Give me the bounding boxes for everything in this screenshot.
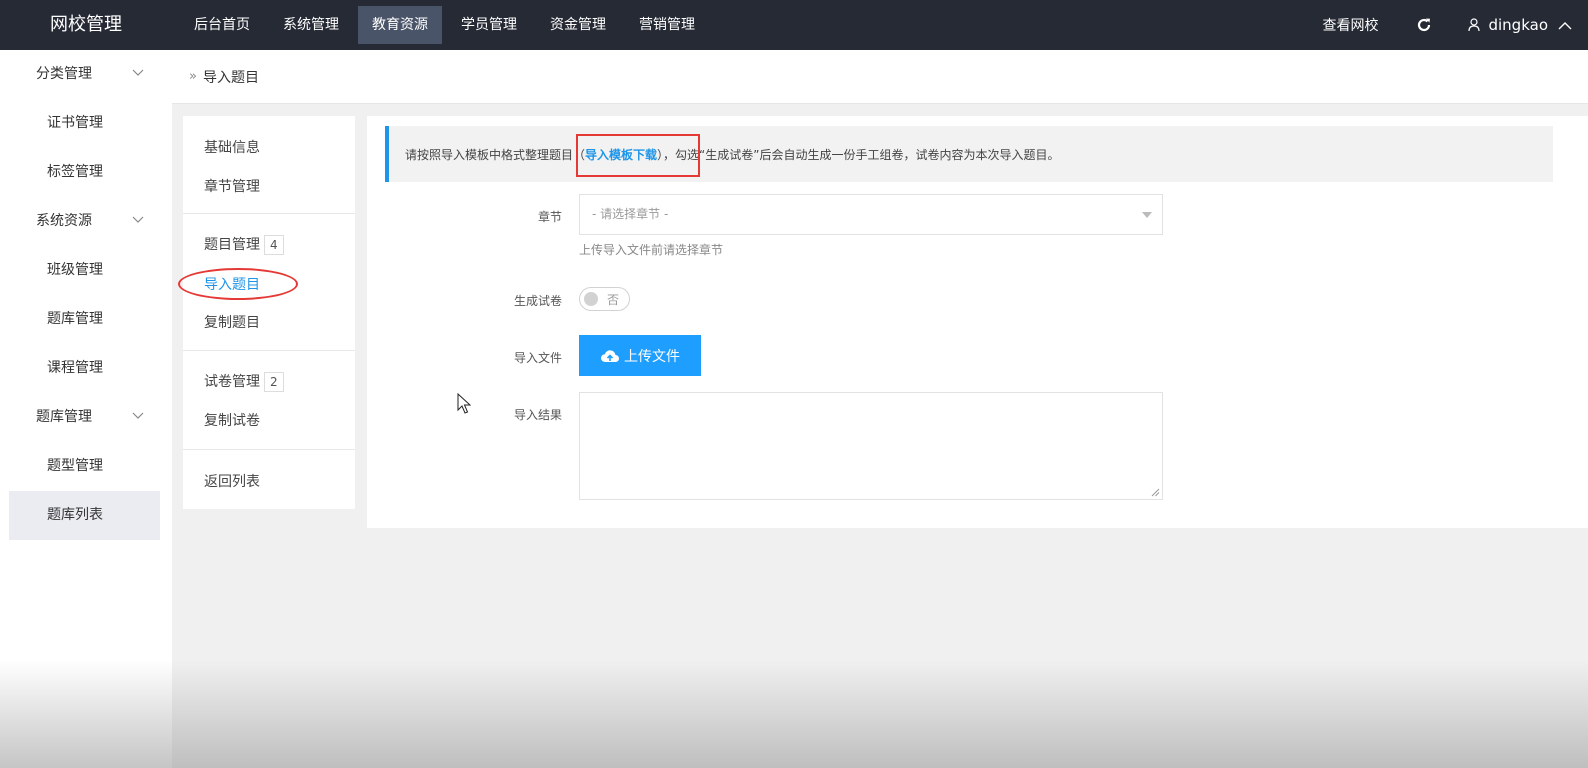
breadcrumb: » 导入题目 [172,50,1588,104]
sidebar-item-label: 系统资源 [36,213,92,229]
brand-title: 网校管理 [50,14,122,35]
sidebar: 分类管理 证书管理 标签管理 系统资源 班级管理 题库管理 课程管理 题库管理 … [0,50,172,768]
sidebar-item-label: 课程管理 [47,360,103,376]
upload-button-label: 上传文件 [624,348,680,365]
submenu-back-to-list[interactable]: 返回列表 [204,471,260,491]
resize-grip-icon[interactable] [1151,488,1160,497]
divider [183,449,355,450]
notice-text-after: ），勾选“生成试卷”后会自动生成一份手工组卷，试卷内容为本次导入题目。 [657,147,1060,162]
generate-paper-toggle[interactable]: 否 [579,287,630,311]
submenu-chapter-mgmt[interactable]: 章节管理 [204,176,260,196]
toggle-text: 否 [607,293,620,307]
chapter-select[interactable]: - 请选择章节 - [579,194,1163,235]
nav-marketing[interactable]: 营销管理 [625,0,709,50]
sidebar-group-category[interactable]: 分类管理 [0,50,172,99]
annotation-ellipse [178,268,298,300]
sidebar-item-label: 题库管理 [36,409,92,425]
annotation-rectangle [576,134,700,177]
bottom-shadow-overlay [0,660,1588,768]
sidebar-group-question-bank[interactable]: 题库管理 [0,393,172,442]
sidebar-item-tags[interactable]: 标签管理 [0,148,172,197]
chapter-label: 章节 [537,210,562,224]
sidebar-item-label: 题库列表 [47,507,103,523]
dropdown-arrow-icon [1142,212,1152,218]
sidebar-item-label: 题库管理 [47,311,103,327]
sidebar-item-label: 标签管理 [47,164,103,180]
import-file-label: 导入文件 [513,351,562,365]
submenu-copy-paper[interactable]: 复制试卷 [204,410,260,430]
sidebar-item-classes[interactable]: 班级管理 [0,246,172,295]
sub-menu-panel: 基础信息 章节管理 题目管理 4 导入题目 复制题目 试卷管理 2 复制试卷 返回列… [183,116,355,509]
sidebar-item-label: 题型管理 [47,458,103,474]
sidebar-item-question-bank-list[interactable]: 题库列表 [9,491,160,540]
sidebar-item-label: 证书管理 [47,115,103,131]
main-nav: 后台首页 系统管理 教育资源 学员管理 资金管理 营销管理 [180,0,714,50]
import-result-label: 导入结果 [513,408,562,422]
import-result-textarea[interactable] [579,392,1163,500]
submenu-label: 试卷管理 [204,374,260,390]
chevron-down-icon [132,412,144,419]
upload-file-button[interactable]: 上传文件 [579,335,701,376]
sidebar-group-system-resources[interactable]: 系统资源 [0,197,172,246]
toggle-knob [584,292,598,306]
chevron-down-icon [132,69,144,76]
chevron-up-icon [1558,21,1572,29]
chevron-down-icon [132,216,144,223]
nav-system[interactable]: 系统管理 [269,0,353,50]
top-bar: 网校管理 后台首页 系统管理 教育资源 学员管理 资金管理 营销管理 查看网校 … [0,0,1588,50]
nav-finance[interactable]: 资金管理 [536,0,620,50]
breadcrumb-current: 导入题目 [202,69,259,86]
sidebar-item-label: 班级管理 [47,262,103,278]
user-menu[interactable]: dingkao [1468,16,1580,34]
submenu-basic-info[interactable]: 基础信息 [204,137,260,157]
sidebar-item-question-bank[interactable]: 题库管理 [0,295,172,344]
notice-banner: 请按照导入模板中格式整理题目（ 导入模板下载 ），勾选“生成试卷”后会自动生成一… [385,126,1553,182]
username: dingkao [1488,16,1548,34]
count-badge: 2 [264,372,284,392]
submenu-copy-questions[interactable]: 复制题目 [204,312,260,332]
divider [183,350,355,351]
sidebar-item-label: 分类管理 [36,66,92,82]
chapter-select-placeholder: - 请选择章节 - [592,207,669,221]
divider [183,213,355,214]
sidebar-item-courses[interactable]: 课程管理 [0,344,172,393]
generate-paper-label: 生成试卷 [513,294,562,308]
double-chevron-icon: » [189,69,197,84]
nav-home[interactable]: 后台首页 [180,0,264,50]
user-icon [1468,18,1481,32]
submenu-paper-mgmt[interactable]: 试卷管理 2 [204,371,284,392]
notice-text-before: 请按照导入模板中格式整理题目（ [405,147,586,162]
refresh-icon[interactable] [1416,17,1432,33]
nav-education[interactable]: 教育资源 [358,6,442,44]
cloud-upload-icon [600,349,619,362]
view-site-link[interactable]: 查看网校 [1322,15,1378,35]
submenu-label: 题目管理 [204,237,260,253]
top-right-actions: 查看网校 dingkao [1322,0,1588,50]
sidebar-item-certificate[interactable]: 证书管理 [0,99,172,148]
sidebar-item-question-types[interactable]: 题型管理 [0,442,172,491]
count-badge: 4 [264,235,284,255]
chapter-hint: 上传导入文件前请选择章节 [579,243,724,257]
mouse-cursor-icon [457,393,471,414]
submenu-question-mgmt[interactable]: 题目管理 4 [204,234,284,255]
nav-students[interactable]: 学员管理 [447,0,531,50]
